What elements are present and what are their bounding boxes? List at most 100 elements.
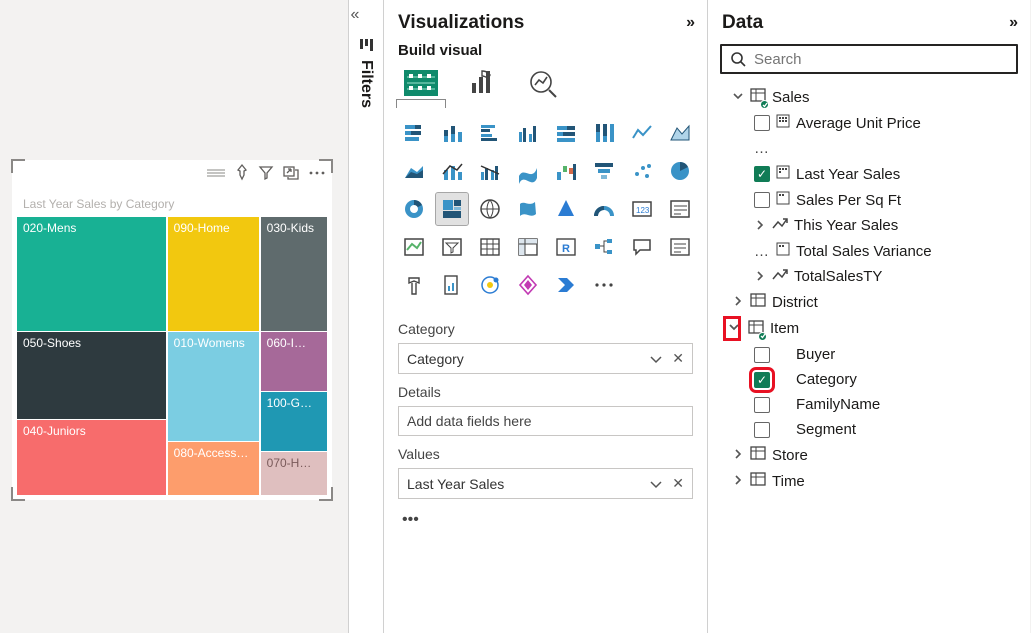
expand-filters-icon[interactable]: « xyxy=(349,6,361,24)
search-field[interactable] xyxy=(720,44,1018,74)
checkbox[interactable] xyxy=(754,347,770,363)
table-sales[interactable]: Sales xyxy=(720,84,1022,110)
report-visual-card[interactable]: Last Year Sales by Category 020-Mens 050… xyxy=(12,160,332,500)
checkbox-checked[interactable] xyxy=(754,372,770,388)
table-item[interactable]: Item xyxy=(720,315,1022,342)
tile-hosiery[interactable]: 070-H… xyxy=(261,452,327,495)
remove-field-icon[interactable]: ✕ xyxy=(672,475,684,492)
field-segment[interactable]: Segment xyxy=(720,417,1022,442)
map-icon[interactable] xyxy=(474,193,506,225)
field-this-year-sales[interactable]: This Year Sales xyxy=(720,213,1022,238)
line-clustered-column-icon[interactable] xyxy=(474,155,506,187)
area-chart-icon[interactable] xyxy=(664,117,696,149)
mode-analytics-icon[interactable] xyxy=(528,69,558,97)
qna-icon[interactable] xyxy=(626,231,658,263)
collapse-data-icon[interactable]: » xyxy=(1009,14,1018,32)
stacked-bar-icon[interactable] xyxy=(398,117,430,149)
power-apps-icon[interactable] xyxy=(512,269,544,301)
matrix-icon[interactable] xyxy=(512,231,544,263)
more-visuals-icon[interactable] xyxy=(588,269,620,301)
table-time[interactable]: Time xyxy=(720,468,1022,494)
more-options-icon[interactable] xyxy=(309,170,325,176)
category-well[interactable]: Category ✕ xyxy=(398,343,693,374)
field-total-sales-variance[interactable]: … Total Sales Variance xyxy=(720,238,1022,264)
focus-mode-icon[interactable] xyxy=(283,166,299,180)
field-avg-unit-price[interactable]: Average Unit Price xyxy=(720,110,1022,136)
mode-format-icon[interactable] xyxy=(468,69,498,97)
donut-icon[interactable] xyxy=(398,193,430,225)
treemap-chart[interactable]: 020-Mens 050-Shoes 040-Juniors 090-Home … xyxy=(17,217,327,495)
r-visual-icon[interactable]: R xyxy=(550,231,582,263)
mode-fields-icon[interactable] xyxy=(404,70,438,96)
table-district[interactable]: District xyxy=(720,289,1022,315)
stacked-column-icon[interactable] xyxy=(436,117,468,149)
clustered-column-icon[interactable] xyxy=(512,117,544,149)
details-well[interactable]: Add data fields here xyxy=(398,406,693,436)
tile-kids[interactable]: 030-Kids xyxy=(261,217,327,331)
treemap-icon[interactable] xyxy=(436,193,468,225)
checkbox[interactable] xyxy=(754,397,770,413)
collapse-viz-icon[interactable]: » xyxy=(686,14,695,32)
field-buyer[interactable]: Buyer xyxy=(720,342,1022,367)
100pct-bar-icon[interactable] xyxy=(550,117,582,149)
decomposition-tree-icon[interactable] xyxy=(588,231,620,263)
chevron-down-icon[interactable] xyxy=(650,351,662,367)
chevron-down-icon[interactable] xyxy=(726,319,738,338)
multirow-card-icon[interactable] xyxy=(664,193,696,225)
power-automate-icon[interactable] xyxy=(550,269,582,301)
checkbox[interactable] xyxy=(754,422,770,438)
checkbox-checked[interactable] xyxy=(754,166,770,182)
ribbon-chart-icon[interactable] xyxy=(512,155,544,187)
resize-handle-tl[interactable] xyxy=(11,159,25,173)
table-icon[interactable] xyxy=(474,231,506,263)
drag-handle-icon[interactable] xyxy=(207,169,225,177)
chevron-down-icon[interactable] xyxy=(732,90,744,104)
paginated-report-icon[interactable] xyxy=(436,269,468,301)
chevron-right-icon[interactable] xyxy=(732,448,744,462)
100pct-column-icon[interactable] xyxy=(588,117,620,149)
arcgis-icon[interactable] xyxy=(474,269,506,301)
tile-mens[interactable]: 020-Mens xyxy=(17,217,166,331)
field-sales-per-sqft[interactable]: Sales Per Sq Ft xyxy=(720,187,1022,213)
checkbox[interactable] xyxy=(754,192,770,208)
filter-icon[interactable] xyxy=(259,166,273,180)
kpi-icon[interactable] xyxy=(398,231,430,263)
field-category[interactable]: Category xyxy=(720,367,1022,392)
waterfall-icon[interactable] xyxy=(550,155,582,187)
tile-groceries[interactable]: 100-G… xyxy=(261,392,327,450)
card-icon[interactable]: 123 xyxy=(626,193,658,225)
pie-icon[interactable] xyxy=(664,155,696,187)
line-chart-icon[interactable] xyxy=(626,117,658,149)
stacked-area-icon[interactable] xyxy=(398,155,430,187)
tile-juniors[interactable]: 040-Juniors xyxy=(17,420,166,495)
filled-map-icon[interactable] xyxy=(512,193,544,225)
more-fields-icon[interactable]: … xyxy=(720,136,1022,161)
more-options-icon[interactable]: ••• xyxy=(384,499,707,541)
tile-home[interactable]: 090-Home xyxy=(168,217,259,331)
gauge-icon[interactable] xyxy=(588,193,620,225)
tile-shoes[interactable]: 050-Shoes xyxy=(17,332,166,418)
smart-narrative-icon[interactable] xyxy=(664,231,696,263)
goals-icon[interactable] xyxy=(398,269,430,301)
azure-map-icon[interactable] xyxy=(550,193,582,225)
field-totalsales-ty[interactable]: TotalSalesTY xyxy=(720,264,1022,289)
clustered-bar-icon[interactable] xyxy=(474,117,506,149)
tile-accessories[interactable]: 080-Accesso… xyxy=(168,442,259,495)
chevron-right-icon[interactable] xyxy=(754,219,766,233)
chevron-right-icon[interactable] xyxy=(754,270,766,284)
chevron-down-icon[interactable] xyxy=(650,476,662,492)
scatter-icon[interactable] xyxy=(626,155,658,187)
slicer-icon[interactable] xyxy=(436,231,468,263)
tile-womens[interactable]: 010-Womens xyxy=(168,332,259,440)
values-well[interactable]: Last Year Sales ✕ xyxy=(398,468,693,499)
pin-icon[interactable] xyxy=(235,165,249,181)
line-stacked-column-icon[interactable] xyxy=(436,155,468,187)
remove-field-icon[interactable]: ✕ xyxy=(672,350,684,367)
field-last-year-sales[interactable]: Last Year Sales xyxy=(720,161,1022,187)
chevron-right-icon[interactable] xyxy=(732,295,744,309)
tile-intimate[interactable]: 060-I… xyxy=(261,332,327,390)
table-store[interactable]: Store xyxy=(720,442,1022,468)
search-input[interactable] xyxy=(752,50,1008,69)
chevron-right-icon[interactable] xyxy=(732,474,744,488)
filters-pane-collapsed[interactable]: « Filters xyxy=(348,0,384,633)
